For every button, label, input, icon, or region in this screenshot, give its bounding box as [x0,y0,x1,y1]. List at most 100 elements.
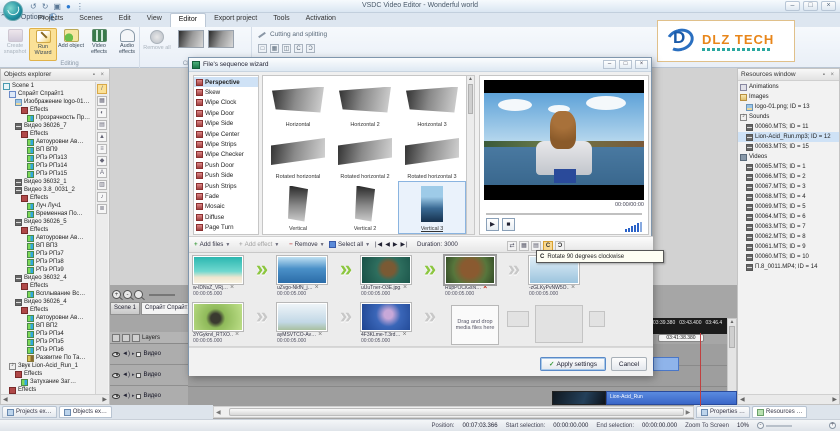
objects-panel-hscroll[interactable]: ◀▶ [1,394,109,404]
resource-tree-item[interactable]: Animations [738,82,839,92]
transition-list-item[interactable]: Push Door [194,160,258,170]
scroll-right-icon[interactable]: ▶ [684,409,693,416]
scroll-left-icon[interactable]: ◀ [214,409,223,416]
scene-thumb-button-2[interactable] [208,30,234,48]
rotate-left-icon[interactable]: C [294,44,303,53]
ribbon-button[interactable]: Run Wizard [29,28,57,61]
panel-pin-close-icons[interactable]: ▪ × [823,72,836,78]
transition-thumbnail[interactable]: Rotated horizontal [265,130,331,181]
tool-icon[interactable]: ▲ [97,132,107,142]
transition-arrow-icon[interactable]: » [417,303,443,329]
transition-list-item[interactable]: Fade [194,191,258,201]
object-tree-item[interactable]: Effects [1,306,95,314]
transition-arrow-icon[interactable]: » [249,303,275,329]
object-tree-item[interactable]: Автоуровни Ав… [1,314,95,322]
transition-thumbnail[interactable]: Vertical 2 [332,182,398,233]
object-tree-item[interactable]: РПэ РПэ7 [1,250,95,258]
object-tree-item[interactable]: РПэ РПэ6 [1,346,95,354]
ribbon-button[interactable]: Create snapshot [1,28,29,61]
step-back-icon[interactable]: ◀ [385,241,391,248]
transition-list-item[interactable]: Skew [194,87,258,97]
tool-icon[interactable]: ▦ [97,96,107,106]
zoom-in-icon[interactable]: + [829,422,836,429]
object-tree-item[interactable]: ВП ВП9 [1,146,95,154]
resource-tree-item[interactable]: 00061.MTS; ID = 9 [738,242,839,252]
object-tree-item[interactable]: РПэ РПэ5 [1,338,95,346]
object-tree-item[interactable]: Развитие По Та… [1,354,95,362]
select-all-button[interactable]: Select all ▼ [329,241,370,248]
transition-list-item[interactable]: Wipe Side [194,119,258,129]
strip-file-cell[interactable]: ayMSVTCO-Av… × 00:00:05.000 » [277,303,361,344]
add-files-button[interactable]: + Add files ▼ [194,241,230,248]
trim-icon[interactable]: ◫ [282,44,291,53]
remove-file-icon[interactable]: × [315,285,319,291]
skip-end-icon[interactable]: ▶| [400,241,408,248]
resources-panel-hscroll[interactable]: ◀▶ [738,394,839,404]
minimize-button[interactable]: – [785,1,800,11]
object-tree-item[interactable]: Изображение logo-01… [1,98,95,106]
scene-tab[interactable]: Scene 1 [110,302,140,315]
menu-item[interactable]: View [139,13,170,27]
transition-list-item[interactable]: Wipe Strips [194,139,258,149]
apply-settings-button[interactable]: ✓ Apply settings [540,357,606,371]
zoom-out-icon[interactable]: - [757,422,764,429]
layer-tool-icon[interactable] [112,334,120,342]
object-tree-item[interactable]: Автоуровни Ав… [1,138,95,146]
timeline-ruler[interactable]: 03:39.38003:43.40003:46.4 [652,318,727,334]
tool-icon[interactable]: ▤ [97,120,107,130]
layer-tool-icon[interactable] [132,334,140,342]
object-tree-item[interactable]: ВП ВП2 [1,322,95,330]
transition-arrow-icon[interactable]: » [417,256,443,282]
cancel-button[interactable]: Cancel [611,357,647,371]
rotate-right-icon[interactable]: Ɔ [306,44,315,53]
visibility-eye-icon[interactable] [112,352,120,357]
transition-list-item[interactable]: Page Turn [194,222,258,232]
strip-file-cell[interactable]: uZvgo-NkfN_j… × 00:00:05.000 » [277,256,361,297]
object-tree-item[interactable]: РПэ РПэ15 [1,170,95,178]
remove-file-icon[interactable]: × [403,285,407,291]
remove-file-icon[interactable]: × [483,285,487,291]
object-tree-item[interactable]: Effects [1,282,95,290]
transition-list-item[interactable]: Mosaic [194,202,258,212]
speaker-icon[interactable]: ◄) [122,393,130,399]
object-tree-item[interactable]: Луч Луч1 [1,202,95,210]
layer-tool-icon[interactable] [122,334,130,342]
dialog-maximize-button[interactable]: □ [619,60,632,69]
timeline-clip[interactable] [653,357,679,371]
transition-thumbnail[interactable]: Rotated horizontal 2 [332,130,398,181]
object-tree-item[interactable]: Спрайт Спрайт1 [1,90,95,98]
transition-list-item[interactable]: Wipe Clock [194,98,258,108]
visibility-eye-icon[interactable] [112,394,120,399]
expand-icon[interactable]: ▸ [132,351,135,357]
transition-arrow-icon[interactable]: » [249,256,275,282]
menu-item[interactable]: Export project [206,13,265,27]
zoom-out-icon[interactable]: - [123,290,132,299]
resource-tree-item[interactable]: 00068.MTS; ID = 4 [738,192,839,202]
remove-all-button[interactable]: Remove all [142,28,172,51]
transition-list-item[interactable]: Wipe Door [194,108,258,118]
audio-clip-thumbnail[interactable] [552,391,606,405]
file-thumbnail[interactable] [277,256,327,284]
transition-list-item[interactable]: Wipe Center [194,129,258,139]
app-logo-icon[interactable] [3,1,23,21]
object-tree-item[interactable]: РПэ РПэ13 [1,154,95,162]
transition-thumbnail[interactable]: Horizontal [265,78,331,129]
timeline-horizontal-scrollbar[interactable]: ◀ ▶ [213,406,694,418]
timeline-row-header[interactable]: ◄) ▸ Видео [110,344,188,365]
wand-icon[interactable]: / [97,84,107,94]
object-tree-item[interactable]: Звук Lion-Acid_Run_1 [1,362,95,370]
object-tree-item[interactable]: Временная По… [1,210,95,218]
audio-clip[interactable]: Lion-Acid_Run [606,391,737,405]
file-thumbnail[interactable] [361,303,411,331]
strip-file-cell[interactable]: w-lDNsZ_VRj… × 00:00:05.000 » [193,256,277,297]
menu-item[interactable]: Editor [170,13,206,27]
menu-item[interactable]: Tools [265,13,297,27]
resource-tree-item[interactable]: 00066.MTS; ID = 2 [738,172,839,182]
timeline-zoom-slider[interactable] [149,294,175,296]
object-tree-item[interactable]: Effects [1,226,95,234]
strip-file-cell[interactable]: uUuTner-O3E.jpg… × 00:00:05.000 » [361,256,445,297]
image-icon[interactable]: ▦ [519,241,529,251]
maximize-button[interactable]: □ [803,1,818,11]
dialog-minimize-button[interactable]: – [603,60,616,69]
transition-arrow-icon[interactable]: » [333,303,359,329]
